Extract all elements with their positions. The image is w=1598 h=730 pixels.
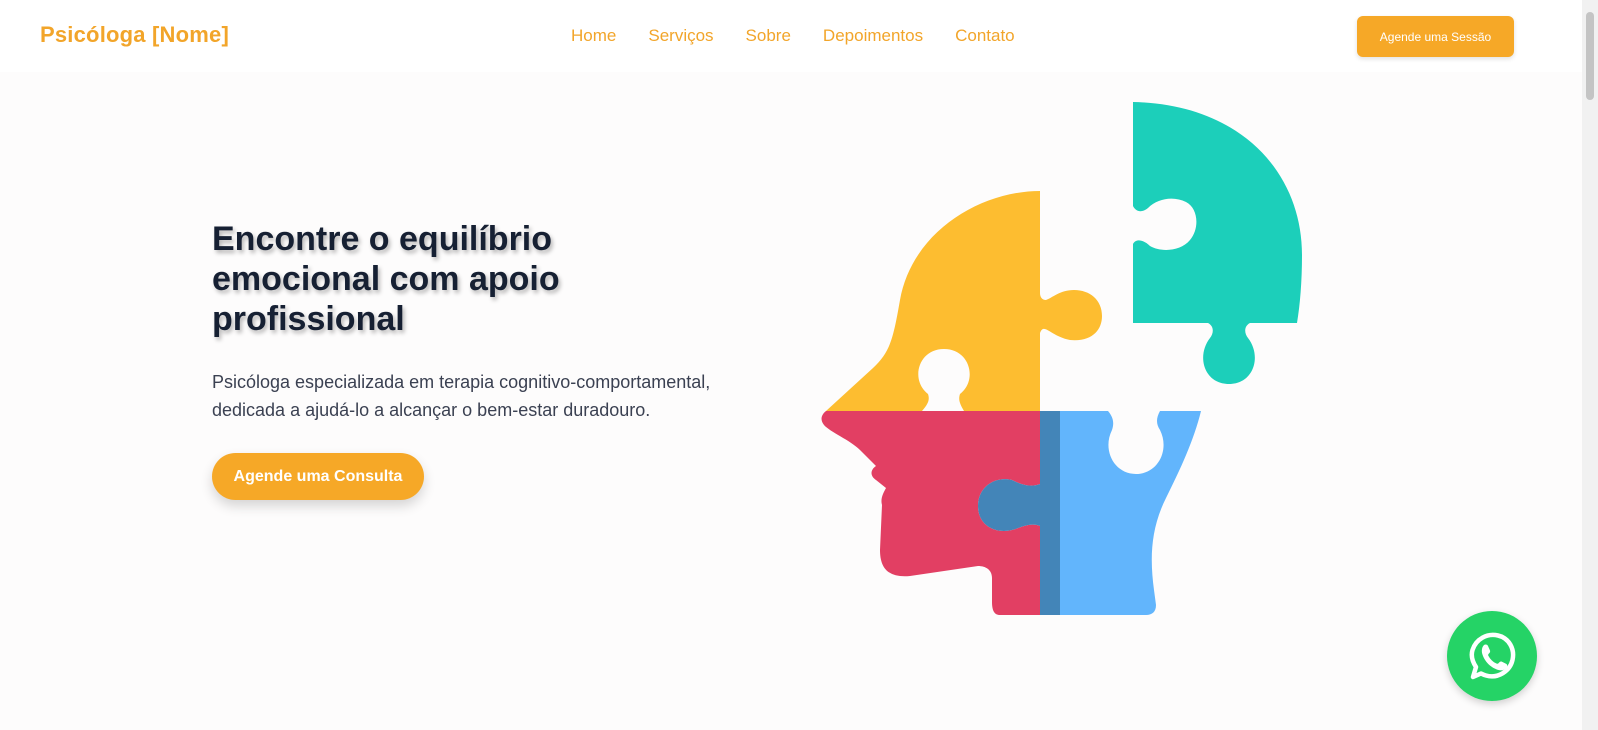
nav-link-sobre[interactable]: Sobre	[746, 25, 791, 47]
nav-link-depoimentos[interactable]: Depoimentos	[823, 25, 923, 47]
schedule-consultation-button[interactable]: Agende uma Consulta	[212, 453, 424, 500]
scrollbar-thumb[interactable]	[1586, 12, 1594, 100]
nav-link-servicos[interactable]: Serviços	[648, 25, 713, 47]
site-header: Psicóloga [Nome] Home Serviços Sobre Dep…	[0, 0, 1582, 72]
puzzle-piece-yellow	[826, 191, 1102, 411]
nav-link-home[interactable]: Home	[571, 25, 616, 47]
brand-logo[interactable]: Psicóloga [Nome]	[40, 22, 229, 48]
vertical-scrollbar[interactable]	[1582, 0, 1598, 730]
puzzle-piece-blue	[1060, 411, 1201, 615]
whatsapp-icon	[1469, 632, 1516, 680]
nav-link-contato[interactable]: Contato	[955, 25, 1015, 47]
puzzle-head-illustration	[821, 102, 1302, 615]
schedule-session-button[interactable]: Agende uma Sessão	[1357, 16, 1514, 57]
hero-description: Psicóloga especializada em terapia cogni…	[212, 372, 711, 420]
main-nav: Home Serviços Sobre Depoimentos Contato	[571, 25, 1015, 47]
puzzle-piece-teal	[1133, 102, 1302, 384]
page: Psicóloga [Nome] Home Serviços Sobre Dep…	[0, 0, 1598, 730]
whatsapp-button[interactable]	[1447, 611, 1537, 701]
hero-title: Encontre o equilíbrio emocional com apoi…	[212, 220, 560, 338]
